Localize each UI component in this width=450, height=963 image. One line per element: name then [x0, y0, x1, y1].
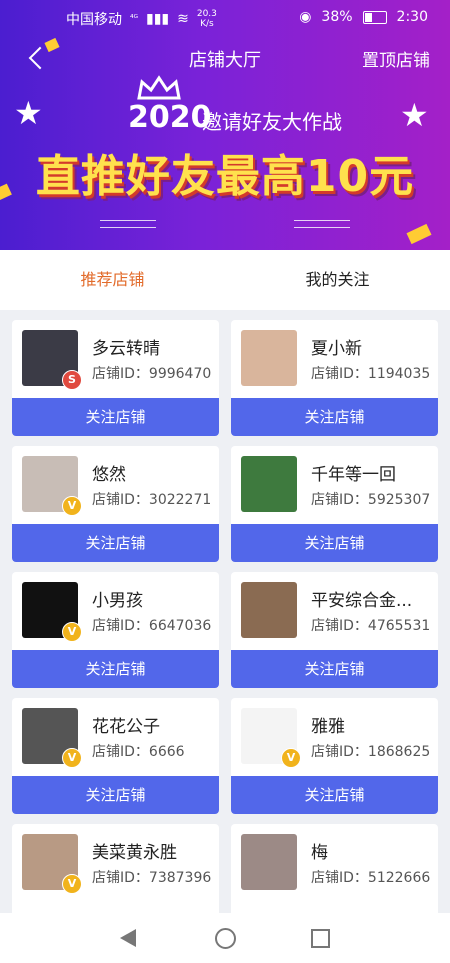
pin-shop-button[interactable]: 置顶店铺	[362, 46, 430, 71]
shop-card[interactable]: 平安综合金... 店铺ID：4765531 关注店铺	[231, 572, 438, 688]
shop-avatar	[241, 582, 297, 638]
vip-badge-icon: V	[62, 622, 82, 642]
shop-card[interactable]: V 雅雅店铺ID：1868625 关注店铺	[231, 698, 438, 814]
speed-value: 20.3	[196, 9, 217, 19]
speed-unit: K/s	[200, 19, 214, 29]
follow-shop-button[interactable]: 关注店铺	[231, 776, 438, 814]
eye-icon: ◉	[299, 9, 312, 25]
shop-name: 小男孩	[92, 591, 143, 611]
carrier-label: 中国移动	[66, 12, 122, 28]
shop-card[interactable]: V 花花公子店铺ID：6666 关注店铺	[12, 698, 219, 814]
shop-grid: S 多云转晴店铺ID：9996470 关注店铺 夏小新店铺ID：1194035 关注店铺…	[12, 320, 438, 940]
shop-id: 店铺ID：3022271	[92, 492, 212, 508]
tab-my-follows[interactable]: 我的关注	[225, 250, 450, 310]
vip-badge-icon: V	[281, 748, 301, 768]
shop-avatar	[241, 834, 297, 890]
shop-id: 店铺ID：9996470	[92, 366, 212, 382]
shop-card[interactable]: 夏小新店铺ID：1194035 关注店铺	[231, 320, 438, 436]
decor-line-right	[294, 220, 350, 228]
shop-id: 店铺ID：6666	[92, 744, 185, 760]
tab-recommended-shops[interactable]: 推荐店铺	[0, 250, 225, 310]
confetti-icon	[406, 223, 432, 245]
shop-id: 店铺ID：6647036	[92, 618, 212, 634]
follow-shop-button[interactable]: 关注店铺	[231, 524, 438, 562]
status-bar: 中国移动 ⁴ᴳ ▮▮▮ ≋ 20.3 K/s ◉ 38% 2:30	[0, 0, 450, 34]
follow-shop-button[interactable]: 关注店铺	[12, 776, 219, 814]
follow-shop-button[interactable]: 关注店铺	[12, 524, 219, 562]
follow-shop-button[interactable]: 关注店铺	[12, 650, 219, 688]
decor-line-left	[100, 220, 156, 228]
banner-subtitle: 邀请好友大作战	[202, 110, 342, 134]
shop-name: 美菜黄永胜	[92, 843, 177, 863]
crown-icon	[137, 75, 181, 100]
system-nav-bar	[0, 913, 450, 963]
vip-badge-icon: S	[62, 370, 82, 390]
vip-badge-icon: V	[62, 496, 82, 516]
net-speed: 20.3 K/s	[197, 9, 217, 29]
shop-name: 平安综合金...	[311, 591, 413, 611]
nav-recent-apps-icon[interactable]	[311, 929, 330, 948]
shop-card[interactable]: S 多云转晴店铺ID：9996470 关注店铺	[12, 320, 219, 436]
nav-home-icon[interactable]	[215, 928, 236, 949]
shop-card[interactable]: V 小男孩店铺ID：6647036 关注店铺	[12, 572, 219, 688]
shop-name: 悠然	[92, 465, 126, 485]
shop-name: 花花公子	[92, 717, 160, 737]
shop-name: 雅雅	[311, 717, 345, 737]
star-icon-left: ★	[14, 94, 43, 132]
nav-back-icon[interactable]	[120, 929, 136, 947]
banner-slogan: 直推好友最高10元	[35, 151, 415, 202]
star-icon-right: ★	[400, 96, 429, 134]
shop-id: 店铺ID：5925307	[311, 492, 431, 508]
navbar: 店铺大厅 置顶店铺	[0, 36, 450, 80]
shop-name: 夏小新	[311, 339, 362, 359]
shop-name: 千年等一回	[311, 465, 396, 485]
vip-badge-icon: V	[62, 874, 82, 894]
follow-shop-button[interactable]: 关注店铺	[12, 398, 219, 436]
battery-percent: 38%	[321, 9, 353, 25]
tab-bar: 推荐店铺 我的关注	[0, 250, 450, 310]
follow-shop-button[interactable]: 关注店铺	[231, 398, 438, 436]
status-right: ◉ 38% 2:30	[299, 9, 428, 25]
shop-id: 店铺ID：7387396	[92, 870, 212, 886]
shop-avatar	[241, 456, 297, 512]
wifi-icon: ≋	[177, 11, 189, 27]
shop-card[interactable]: 千年等一回店铺ID：5925307 关注店铺	[231, 446, 438, 562]
shop-name: 梅	[311, 843, 328, 863]
shop-id: 店铺ID：1194035	[311, 366, 431, 382]
shop-avatar	[241, 330, 297, 386]
banner-year: 2020	[128, 100, 212, 135]
status-left: 中国移动 ⁴ᴳ ▮▮▮ ≋ 20.3 K/s	[66, 9, 217, 29]
shop-card[interactable]: V 悠然店铺ID：3022271 关注店铺	[12, 446, 219, 562]
battery-icon	[362, 10, 387, 24]
vip-badge-icon: V	[62, 748, 82, 768]
shop-name: 多云转晴	[92, 339, 160, 359]
shop-id: 店铺ID：1868625	[311, 744, 431, 760]
network-label: ⁴ᴳ	[130, 14, 138, 24]
banner-header: 中国移动 ⁴ᴳ ▮▮▮ ≋ 20.3 K/s ◉ 38% 2:30 店铺大厅 置…	[0, 0, 450, 250]
signal-icon: ▮▮▮	[146, 11, 170, 27]
clock: 2:30	[396, 9, 428, 25]
follow-shop-button[interactable]: 关注店铺	[231, 650, 438, 688]
shop-id: 店铺ID：5122666	[311, 870, 431, 886]
shop-id: 店铺ID：4765531	[311, 618, 431, 634]
